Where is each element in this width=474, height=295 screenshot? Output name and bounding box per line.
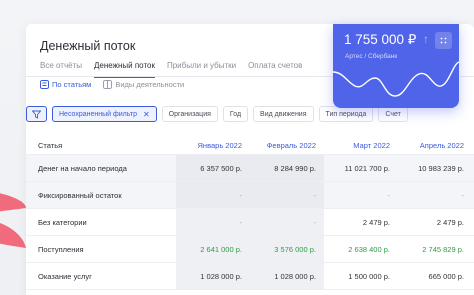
grid-icon — [103, 80, 113, 89]
filter-toggle-button[interactable] — [26, 106, 47, 122]
view-by-items[interactable]: По статьям — [40, 80, 91, 89]
balance-menu-button[interactable] — [435, 32, 452, 49]
column-header-item[interactable]: Статья — [26, 141, 176, 150]
column-header-month[interactable]: Апрель 2022 — [398, 136, 472, 154]
table-cell[interactable]: 2 641 000 р. — [176, 236, 250, 262]
table-cell[interactable]: 11 021 700 р. — [324, 155, 398, 181]
trend-up-icon: ↑ — [423, 32, 429, 46]
balance-widget: 1 755 000 ₽ ↑ Артес / Сбербанк — [333, 24, 459, 108]
table-cell[interactable]: 2 479 р. — [398, 209, 472, 235]
table-row[interactable]: Фиксированный остаток - - - - — [26, 182, 474, 209]
column-header-month[interactable]: Январь 2022 — [176, 136, 250, 154]
row-label: Фиксированный остаток — [38, 190, 122, 200]
row-label: Денег на начало периода — [38, 163, 127, 173]
grid-dots-icon — [440, 37, 447, 44]
balance-sparkline — [333, 61, 459, 97]
view-switcher: По статьям Виды деятельности — [40, 80, 196, 89]
table-row[interactable]: Без категории - -2 479 р. 2 479 р. — [26, 209, 474, 236]
filter-account-button[interactable]: Счет — [378, 106, 408, 122]
table-cell[interactable]: 1 028 000 р. — [176, 263, 250, 289]
table-cell[interactable]: 2 638 400 р. — [324, 236, 398, 262]
filter-period-type-button[interactable]: Тип периода — [318, 106, 374, 122]
table-body: Денег на начало периода 6 357 500 р. 8 284… — [26, 155, 474, 290]
table-cell[interactable]: 1 028 000 р. — [250, 263, 324, 289]
cashflow-card: Денежный поток Все отчёты Денежный поток… — [26, 24, 474, 295]
active-filter-chip[interactable]: Несохраненный фильтр ✕ — [52, 106, 157, 122]
table-cell[interactable]: 1 500 000 р. — [324, 263, 398, 289]
page-title: Денежный поток — [40, 39, 136, 53]
table-cell[interactable]: 6 357 500 р. — [176, 155, 250, 181]
view-activity-types-label: Виды деятельности — [115, 80, 185, 89]
table-cell[interactable]: - — [176, 182, 250, 208]
list-icon — [40, 80, 49, 89]
table-cell[interactable]: - — [250, 209, 324, 235]
table-cell[interactable]: - — [176, 209, 250, 235]
view-activity-types[interactable]: Виды деятельности — [103, 80, 184, 89]
table-cell[interactable]: 3 576 000 р. — [250, 236, 324, 262]
app-stage: Денежный поток Все отчёты Денежный поток… — [0, 0, 474, 295]
balance-amount: 1 755 000 ₽ — [344, 32, 417, 47]
view-by-items-label: По статьям — [52, 80, 92, 89]
close-icon[interactable]: ✕ — [143, 110, 150, 119]
table-cell[interactable]: 2 479 р. — [324, 209, 398, 235]
filter-year-button[interactable]: Год — [222, 106, 249, 122]
table-cell[interactable]: 2 745 829 р. — [398, 236, 472, 262]
table-cell[interactable]: 10 983 239 р. — [398, 155, 472, 181]
table-header: Статья Январь 2022 Февраль 2022 Март 202… — [26, 136, 474, 155]
table-row[interactable]: Денег на начало периода 6 357 500 р. 8 284… — [26, 155, 474, 182]
row-label: Оказание услуг — [38, 271, 92, 281]
row-label: Поступления — [38, 244, 84, 254]
table-cell[interactable]: 8 284 990 р. — [250, 155, 324, 181]
table-cell[interactable]: - — [324, 182, 398, 208]
filter-movement-type-button[interactable]: Вид движения — [253, 106, 314, 122]
filter-bar: Несохраненный фильтр ✕ Организация Год В… — [26, 106, 413, 122]
cashflow-table: Статья Январь 2022 Февраль 2022 Март 202… — [26, 136, 474, 290]
column-header-month[interactable]: Февраль 2022 — [250, 136, 324, 154]
filter-icon — [32, 110, 41, 119]
table-row[interactable]: Поступления 2 641 000 р. 3 576 000 р. 2 638… — [26, 236, 474, 263]
filter-organization-button[interactable]: Организация — [161, 106, 218, 122]
row-label: Без категории — [38, 217, 87, 227]
table-cell[interactable]: 665 000 р. — [398, 263, 472, 289]
table-cell[interactable]: - — [398, 182, 472, 208]
table-cell[interactable]: - — [250, 182, 324, 208]
active-filter-label: Несохраненный фильтр — [59, 110, 137, 118]
column-header-month[interactable]: Март 2022 — [324, 136, 398, 154]
table-row[interactable]: Оказание услуг 1 028 000 р. 1 028 000 р. 1 … — [26, 263, 474, 290]
